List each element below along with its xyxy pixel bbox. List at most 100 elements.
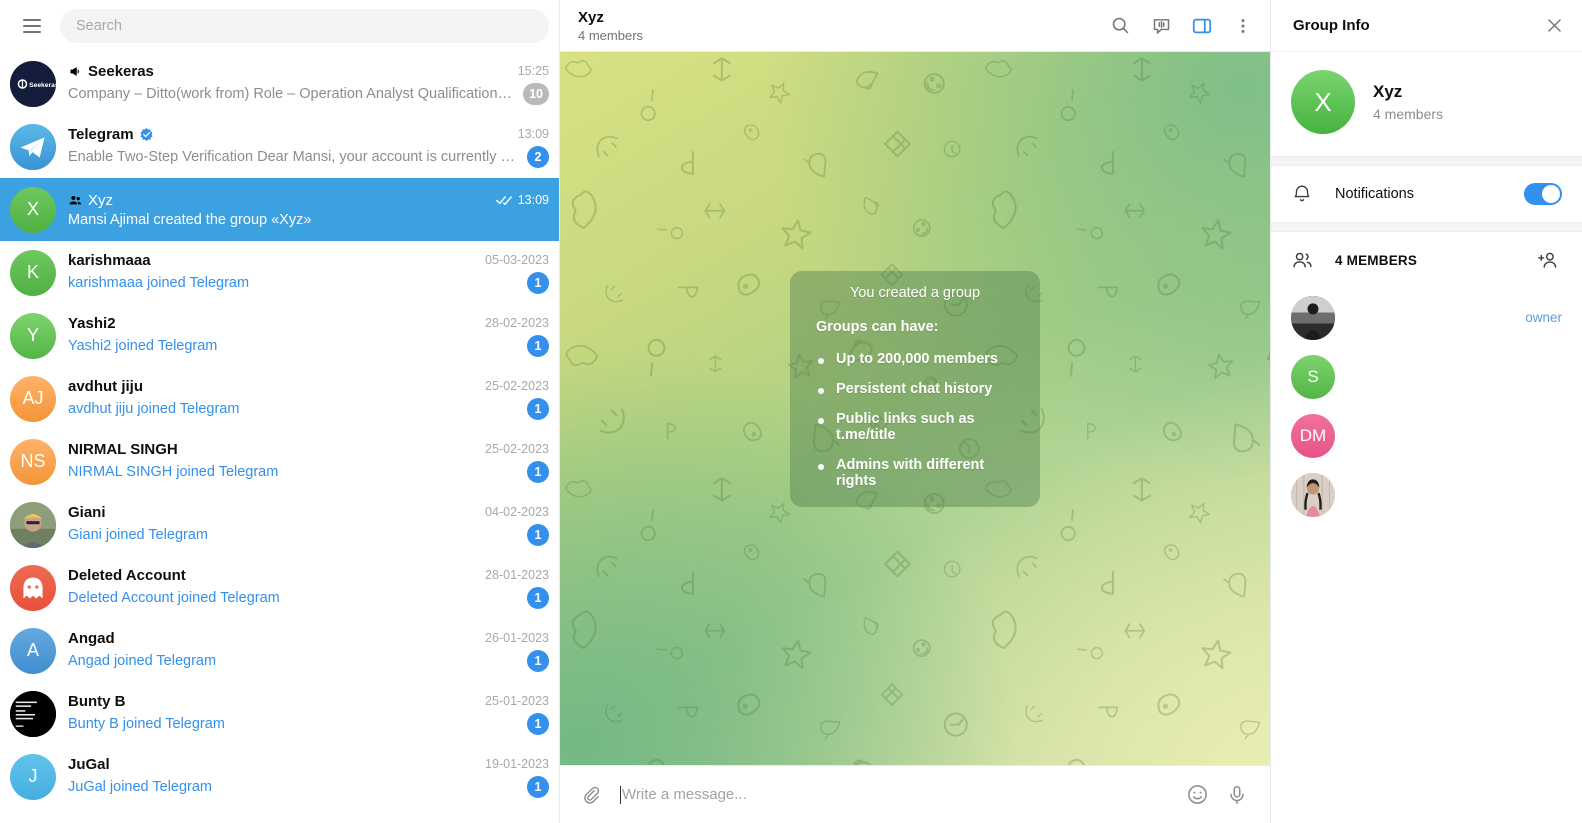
chat-list-item[interactable]: AJ avdhut jiju 25-02-2023 avdhut jiju joine… [0,367,559,430]
chat-list-item[interactable]: Giani 04-02-2023 Giani joined Telegram 1 [0,493,559,556]
chat-item-bottom-line: karishmaaa joined Telegram 1 [68,271,549,294]
service-message-title: You created a group [849,284,981,301]
notifications-label: Notifications [1335,186,1414,202]
chat-list-item[interactable]: Bunty B 25-01-2023 Bunty B joined Telegram… [0,682,559,745]
unread-badge: 1 [527,397,549,420]
paperclip-icon[interactable] [572,776,610,814]
member-avatar [1291,472,1335,517]
chat-list-item[interactable]: J JuGal 19-01-2023 JuGal joined Telegram 1 [0,745,559,808]
chat-timestamp-text: 28-01-2023 [485,568,549,582]
chat-timestamp: 05-03-2023 [485,253,549,267]
close-icon[interactable] [1536,8,1572,44]
group-info-panel: Group Info X Xyz 4 members Notifications… [1270,0,1582,823]
group-profile[interactable]: X Xyz 4 members [1271,52,1582,156]
chat-item-top-line: karishmaaa 05-03-2023 [68,252,549,269]
chat-list-item[interactable]: A Angad 26-01-2023 Angad joined Telegram 1 [0,619,559,682]
chat-timestamp-text: 26-01-2023 [485,631,549,645]
conversation-header-info[interactable]: Xyz 4 members [578,9,643,43]
chat-avatar [10,564,56,611]
toggle-info-panel-icon[interactable] [1183,7,1221,45]
voice-chat-icon[interactable] [1142,7,1180,45]
chat-item-body: Bunty B 25-01-2023 Bunty B joined Telegram… [68,693,549,735]
unread-badge: 1 [527,775,549,798]
chat-list-item[interactable]: X Xyz 13:09 Mansi Ajimal created the group … [0,178,559,241]
chat-item-body: Xyz 13:09 Mansi Ajimal created the group «… [68,192,549,228]
member-list-item[interactable]: S [1271,347,1582,406]
add-member-icon[interactable] [1532,245,1562,275]
chat-preview-text: Enable Two-Step Verification Dear Mansi,… [68,148,519,165]
chat-avatar: K [10,249,56,296]
hamburger-bar [23,19,41,21]
chat-list[interactable]: Seekeras Seekeras 15:25 Company – Ditto(wor… [0,52,559,823]
member-list-item[interactable]: owner [1271,288,1582,347]
group-member-count: 4 members [1373,106,1444,122]
chat-timestamp: 04-02-2023 [485,505,549,519]
chat-avatar [10,123,56,170]
member-list[interactable]: owner S DM [1271,288,1582,524]
chat-list-item[interactable]: Deleted Account 28-01-2023 Deleted Account… [0,556,559,619]
member-list-item[interactable]: DM [1271,406,1582,465]
avatar-initials: Y [26,325,39,345]
conversation-subtitle: 4 members [578,27,644,43]
member-avatar: DM [1291,413,1335,458]
chat-avatar: Y [10,312,56,359]
member-avatar [1291,295,1335,340]
avatar-initials: AJ [22,388,44,408]
chat-item-top-line: Deleted Account 28-01-2023 [68,567,549,584]
chat-list-item[interactable]: NS NIRMAL SINGH 25-02-2023 NIRMAL SINGH joi… [0,430,559,493]
group-name: Xyz [1373,82,1403,101]
conversation-title: Xyz [578,8,604,26]
chat-item-top-line: Seekeras 15:25 [68,63,549,80]
hamburger-menu-icon[interactable] [12,6,52,46]
chat-timestamp-text: 05-03-2023 [485,253,549,267]
chat-title: karishmaaa [68,251,151,269]
chat-timestamp: 26-01-2023 [485,631,549,645]
unread-badge: 1 [527,649,549,672]
smiley-icon[interactable] [1178,776,1216,814]
chat-title: Telegram [68,125,134,143]
service-message-bullet: Admins with different rights [816,457,1014,489]
chat-preview-text: JuGal joined Telegram [68,778,213,795]
megaphone-icon [70,66,79,76]
search-input[interactable] [60,9,549,43]
conversation-panel: Xyz 4 members You created a group Groups… [560,0,1270,823]
group-info-title: Group Info [1293,17,1370,34]
chat-list-item[interactable]: Seekeras Seekeras 15:25 Company – Ditto(wor… [0,52,559,115]
chat-preview-text: Bunty B joined Telegram [68,715,225,732]
verified-badge-icon [139,127,154,142]
chat-avatar: Seekeras [10,60,56,107]
bell-icon [1291,183,1315,205]
chat-timestamp-text: 15:25 [517,64,549,78]
chat-title: Yashi2 [68,314,116,332]
chat-timestamp-text: 25-01-2023 [485,694,549,708]
chat-list-item[interactable]: Telegram 13:09 Enable Two-Step Verificatio… [0,115,559,178]
chat-avatar [10,690,56,737]
chat-title: Bunty B [68,692,126,710]
service-message-bullet: Persistent chat history [816,381,1014,397]
service-message-bullet: Up to 200,000 members [816,351,1014,367]
chat-item-bottom-line: Bunty B joined Telegram 1 [68,712,549,735]
chat-timestamp-text: 04-02-2023 [485,505,549,519]
search-icon[interactable] [1101,7,1139,45]
member-list-item[interactable] [1271,465,1582,524]
message-input[interactable] [621,786,1176,803]
more-options-icon[interactable] [1224,7,1262,45]
chat-list-item[interactable]: Kkarishmaaa 05-03-2023 karishmaaa joined T… [0,241,559,304]
message-composer [560,765,1270,823]
chat-item-body: Giani 04-02-2023 Giani joined Telegram 1 [68,504,549,546]
chat-item-top-line: Xyz 13:09 [68,192,549,209]
chat-timestamp: 25-01-2023 [485,694,549,708]
microphone-icon[interactable] [1218,776,1256,814]
chat-item-top-line: Bunty B 25-01-2023 [68,693,549,710]
chat-timestamp: 28-01-2023 [485,568,549,582]
service-message-bubble: You created a group Groups can have: Up … [790,270,1040,507]
chat-list-item[interactable]: Y Yashi2 28-02-2023 Yashi2 joined Telegram 1 [0,304,559,367]
conversation-header-actions [1101,7,1262,45]
avatar-initials: S [1307,366,1319,386]
notifications-toggle[interactable] [1524,183,1562,205]
chat-title: NIRMAL SINGH [68,440,178,458]
svg-text:Seekeras: Seekeras [29,81,56,88]
notifications-row[interactable]: Notifications [1271,166,1582,222]
chat-item-body: karishmaaa 05-03-2023 karishmaaa joined Te… [68,252,549,294]
chat-title: Angad [68,629,115,647]
